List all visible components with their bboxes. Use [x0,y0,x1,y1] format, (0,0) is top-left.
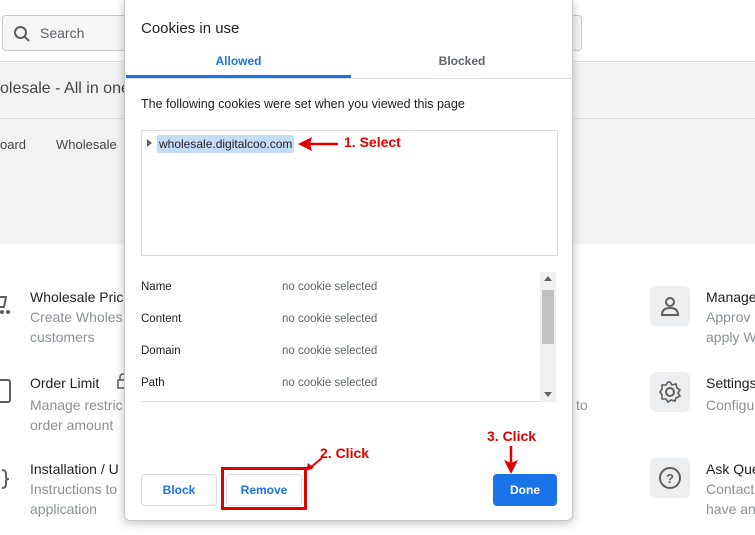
annotation-step1: 1. Select [344,134,401,150]
detail-value-name: no cookie selected [282,281,378,293]
detail-value-path: no cookie selected [282,377,378,389]
scroll-down-arrow-icon[interactable] [544,392,552,397]
card-desc-line: customers [30,329,95,345]
page-title: olesale - All in one [0,80,130,97]
annotation-step2: 2. Click [320,445,370,461]
cart-icon [0,296,10,314]
card-desc-line: Manage restric [30,397,123,413]
dialog-title: Cookies in use [141,20,240,37]
document-icon [0,379,11,403]
annotation-step3: 3. Click [487,428,537,444]
card-title-installation[interactable]: Installation / U [30,461,119,477]
search-icon [14,26,30,42]
gear-icon [659,381,682,404]
gear-icon-box [650,372,690,412]
code-icon [1,469,10,489]
arrow-left-icon [298,137,338,151]
card-title-order-limit[interactable]: Order Limit [30,375,99,391]
card-desc-line: Approv [706,309,751,325]
expand-arrow-icon[interactable] [147,139,152,147]
arrow-down-icon [504,446,518,474]
detail-value-domain: no cookie selected [282,345,378,357]
search-placeholder: Search [40,25,85,41]
card-desc-line: apply W [706,329,755,345]
user-icon-box [650,286,690,326]
card-desc-line: Configu [706,397,755,413]
svg-text:?: ? [666,471,674,486]
card-title-wholesale-price[interactable]: Wholesale Pric [30,289,123,305]
nav-item-wholesale[interactable]: Wholesale [56,137,117,152]
scroll-up-arrow-icon[interactable] [544,276,552,281]
detail-label-path: Path [141,377,165,389]
block-button[interactable]: Block [141,474,217,506]
card-desc-line: order amount [30,417,114,433]
user-icon [660,297,680,316]
card-title-ask-questions[interactable]: Ask Que [706,461,755,477]
tab-blocked[interactable]: Blocked [351,54,573,78]
done-button[interactable]: Done [493,474,557,506]
question-icon-box: ? [650,458,690,498]
question-icon: ? [659,467,681,489]
search-input[interactable]: Search [2,15,142,51]
card-desc-line: have an [706,501,755,517]
details-scrollbar[interactable] [540,272,556,402]
detail-label-domain: Domain [141,345,181,357]
detail-label-content: Content [141,313,182,325]
card-title-settings[interactable]: Settings [706,375,755,391]
card-desc-line: Create Wholes [30,309,123,325]
scroll-thumb[interactable] [542,290,554,344]
card-desc-fragment: to [576,397,588,413]
tab-divider [125,78,574,79]
details-divider [141,401,557,402]
intro-text: The following cookies were set when you … [141,97,465,111]
detail-value-content: no cookie selected [282,313,378,325]
tree-item-domain[interactable]: wholesale.digitalcoo.com [157,135,295,153]
card-desc-line: application [30,501,97,517]
nav-item-dashboard[interactable]: oard [0,137,26,152]
card-title-manage[interactable]: Manage [706,289,755,305]
card-desc-line: Contact [706,481,755,497]
detail-label-name: Name [141,281,172,293]
remove-highlight-box [221,467,307,510]
card-desc-line: Instructions to [30,481,118,497]
